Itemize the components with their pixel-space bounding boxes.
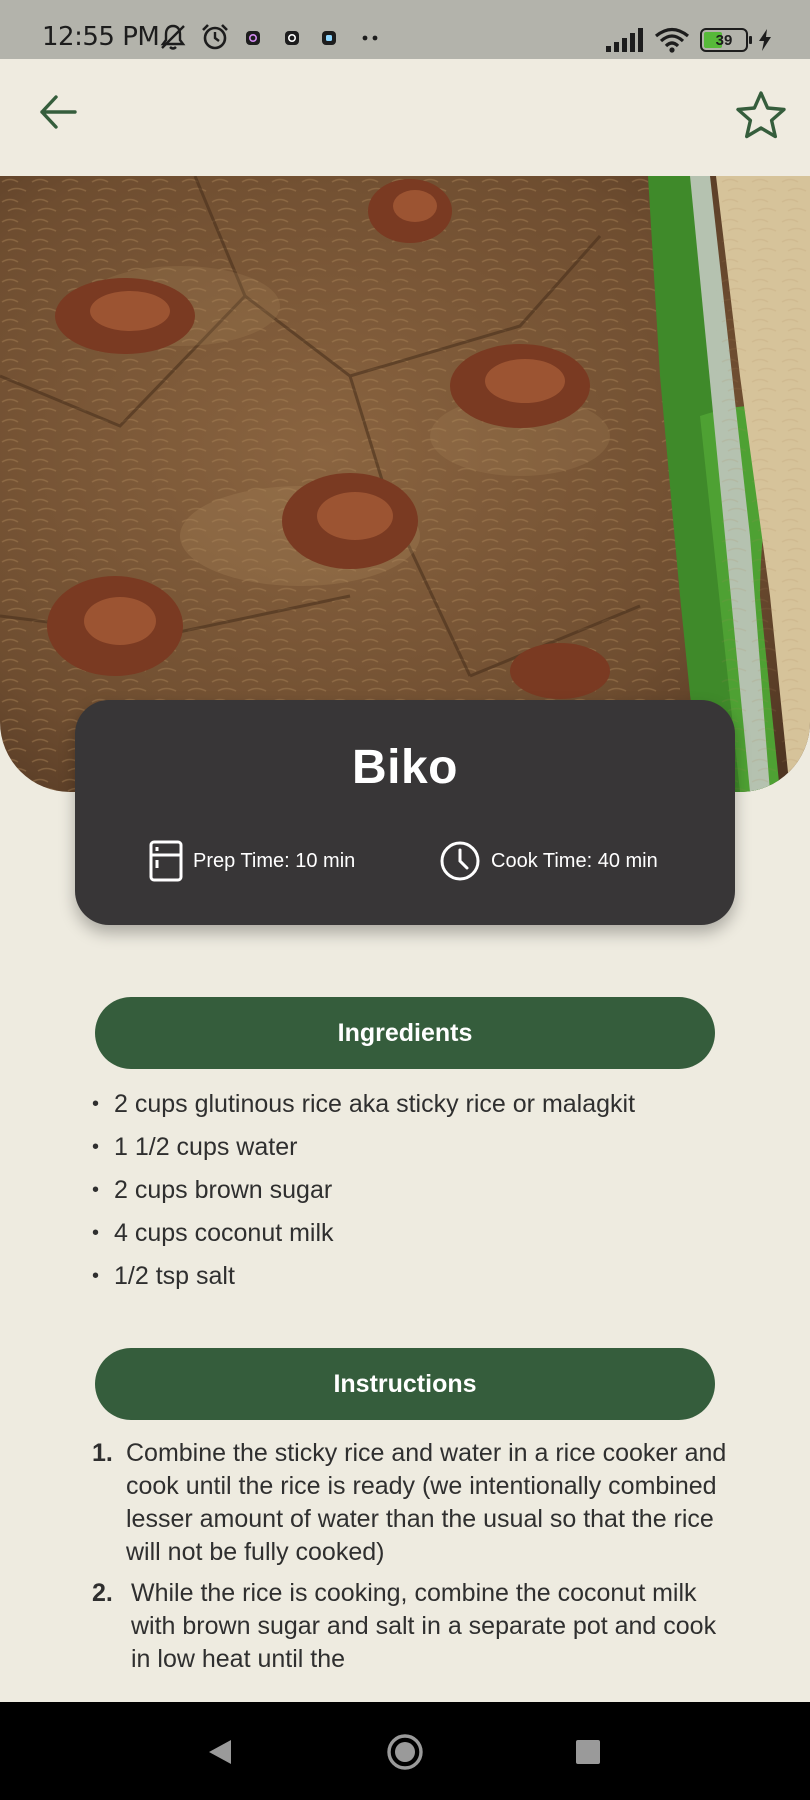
instruction-step: 1. Combine the sticky rice and water in …: [92, 1437, 732, 1569]
notification-icon: [246, 31, 260, 45]
alarm-icon: [202, 24, 228, 50]
back-button[interactable]: [34, 88, 82, 136]
recipe-title-card: Biko Prep Time: 10 min Cook Time: 40 min: [75, 700, 735, 925]
ingredients-header: Ingredients: [95, 997, 715, 1069]
list-item: • 2 cups glutinous rice aka sticky rice o…: [92, 1090, 636, 1118]
cook-time: Cook Time: 40 min: [439, 840, 658, 882]
nav-recents-button[interactable]: [566, 1730, 610, 1774]
star-outline-icon: [736, 91, 786, 139]
notification-icon: [322, 31, 336, 45]
recipe-title: Biko: [351, 741, 458, 794]
instructions-list: 1. Combine the sticky rice and water in …: [92, 1437, 732, 1702]
fridge-icon: [149, 840, 183, 882]
nav-home-button[interactable]: [383, 1730, 427, 1774]
ingredients-list: • 2 cups glutinous rice aka sticky rice o…: [92, 1083, 732, 1298]
cook-time-label: Cook Time: 40 min: [491, 849, 658, 872]
list-item: • 1/2 tsp salt: [92, 1262, 235, 1290]
more-dots-icon: [362, 35, 378, 41]
charging-icon: [759, 29, 771, 51]
step-number: 2.: [92, 1579, 113, 1607]
back-triangle-icon: [209, 1740, 231, 1764]
mute-icon: [160, 24, 186, 50]
clock-icon: [440, 841, 480, 881]
favorite-button[interactable]: [734, 88, 788, 142]
step-number: 1.: [92, 1439, 113, 1467]
list-item: • 2 cups brown sugar: [92, 1176, 333, 1204]
notification-icon: [285, 31, 299, 45]
nav-back-button[interactable]: [198, 1730, 242, 1774]
step-text: Combine the sticky rice and water in a r…: [126, 1439, 727, 1566]
prep-time: Prep Time: 10 min: [149, 840, 355, 882]
battery-level: 39: [715, 31, 733, 49]
system-nav-bar: [0, 1702, 810, 1800]
recipe-times: Prep Time: 10 min Cook Time: 40 min: [75, 840, 735, 884]
signal-icon: [606, 28, 643, 52]
list-item: • 1 1/2 cups water: [92, 1133, 298, 1161]
app-bar: [0, 59, 810, 176]
home-circle-icon: [387, 1734, 423, 1770]
prep-time-label: Prep Time: 10 min: [193, 849, 356, 872]
instructions-header: Instructions: [95, 1348, 715, 1420]
status-bar: 12:55 PM 39: [0, 0, 810, 59]
step-text: While the rice is cooking, combine the c…: [131, 1579, 717, 1673]
battery-indicator: 39: [700, 28, 752, 52]
recents-square-icon: [576, 1740, 600, 1764]
arrow-left-icon: [40, 95, 77, 129]
wifi-icon: [654, 27, 690, 53]
instruction-step: 2. While the rice is cooking, combine th…: [92, 1577, 732, 1676]
list-item: • 4 cups coconut milk: [92, 1219, 334, 1247]
status-time: 12:55 PM: [42, 22, 160, 52]
